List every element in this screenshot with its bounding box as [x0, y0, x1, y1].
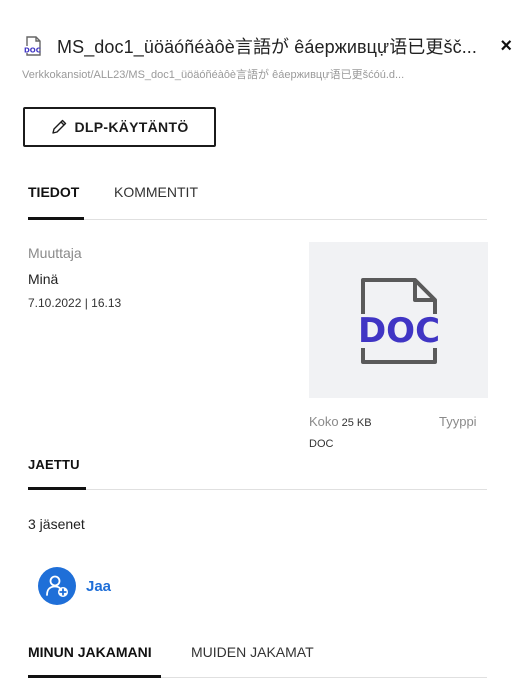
tab-muiden-jakamat[interactable]: MUIDEN JAKAMAT [191, 644, 314, 660]
modifier-label: Muuttaja [28, 245, 82, 261]
breadcrumb: Verkkokansiot/ALL23/MS_doc1_üöäóñéàôè言語が… [22, 69, 405, 81]
size-label: Koko [309, 414, 339, 429]
tab-tiedot[interactable]: TIEDOT [28, 184, 79, 200]
share-label: Jaa [86, 577, 112, 595]
section-underline [28, 487, 86, 490]
file-thumbnail: DOC [309, 242, 488, 398]
dlp-policy-button[interactable]: DLP-KÄYTÄNTÖ [23, 107, 216, 147]
member-count: 3 jäsenet [28, 516, 85, 532]
svg-text:DOC: DOC [24, 47, 41, 55]
modified-date: 7.10.2022 | 16.13 [28, 296, 122, 310]
title-row: DOC MS_doc1_üöäóñéàôè言語が êáерживцự语已更šč.… [22, 34, 512, 58]
dlp-policy-label: DLP-KÄYTÄNTÖ [74, 119, 189, 135]
close-icon[interactable]: × [500, 36, 512, 56]
type-label: Tyyppi [439, 414, 477, 429]
page-title: MS_doc1_üöäóñéàôè言語が êáерживцự语已更šč... [57, 37, 477, 57]
active-tab-indicator [28, 217, 84, 220]
size-value: 25 KB [341, 417, 372, 429]
doc-file-icon: DOC [352, 278, 445, 364]
share-tabs: MINUN JAKAMANI MUIDEN JAKAMAT [28, 642, 487, 678]
shared-title: JAETTU [28, 457, 80, 472]
modifier-value: Minä [28, 271, 59, 287]
tab-minun-jakamani[interactable]: MINUN JAKAMANI [28, 644, 152, 660]
share-button[interactable]: Jaa [38, 567, 111, 605]
type-value: DOC [309, 438, 334, 450]
details-tabs: TIEDOT KOMMENTIT [28, 182, 487, 220]
modifier-info: Muuttaja Minä 7.10.2022 | 16.13 [28, 245, 121, 310]
add-user-icon [38, 567, 76, 605]
pencil-icon [52, 119, 67, 134]
panel-header: DOC MS_doc1_üöäóñéàôè言語が êáерживцự语已更šč.… [22, 34, 512, 82]
tab-kommentit[interactable]: KOMMENTIT [114, 184, 198, 200]
shared-section-header: JAETTU [28, 456, 487, 490]
details-panel: DOC MS_doc1_üöäóñéàôè言語が êáерживцự语已更šč.… [0, 0, 529, 698]
file-meta: Koko 25 KB Tyyppi DOC [309, 414, 488, 450]
doc-file-icon: DOC [23, 36, 41, 56]
thumbnail-label: DOC [357, 311, 439, 351]
active-tab-indicator [28, 675, 161, 678]
